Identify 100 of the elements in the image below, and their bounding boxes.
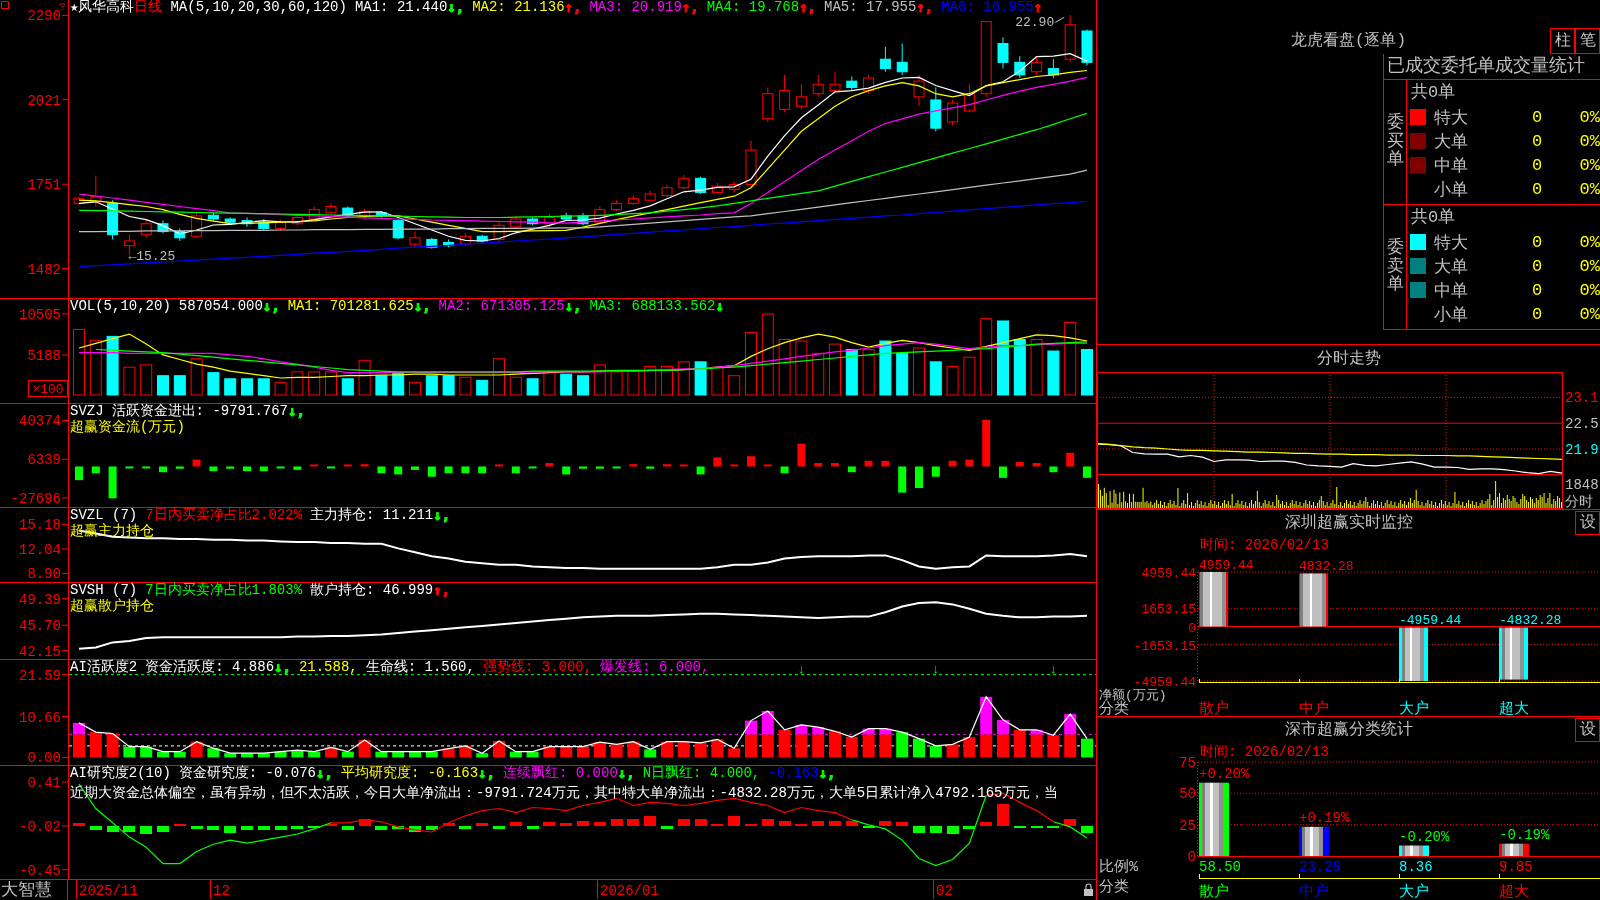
- fund-flow-bar: [763, 464, 772, 467]
- toggle-button[interactable]: 柱: [1550, 28, 1575, 54]
- candle: [191, 212, 203, 239]
- volume-bar: [593, 364, 606, 396]
- settings-button[interactable]: 设: [1575, 510, 1600, 535]
- trend-arrow: ↓,: [818, 766, 836, 781]
- research-bar: [661, 826, 673, 829]
- order-type: 特大: [1434, 232, 1468, 254]
- indicator-label: 生命线: 1.560,: [365, 660, 475, 675]
- candle: [695, 176, 707, 195]
- research-bar: [476, 823, 488, 826]
- axis-label: 42.15: [19, 643, 61, 659]
- candle: [947, 99, 959, 126]
- table-title: 已成交委托单成交量统计: [1384, 54, 1600, 80]
- axis-label: 6339: [27, 452, 61, 469]
- indicator-label: MA1: 21.440: [354, 0, 448, 15]
- volume-bar: [879, 340, 892, 396]
- axis-label: -4959.44: [1133, 675, 1196, 690]
- order-total: 共0单: [1411, 82, 1456, 104]
- candle: [543, 213, 555, 228]
- research-bar: [191, 826, 203, 829]
- order-type: 特大: [1434, 107, 1468, 129]
- indicator-label: MA6: 16.955: [941, 0, 1034, 15]
- volume-bar: [493, 358, 505, 396]
- fund-flow-bar: [898, 466, 907, 493]
- toggle-button[interactable]: 笔: [1575, 28, 1600, 54]
- candle: [527, 216, 539, 226]
- indicator-label: MA3: 20.919: [589, 0, 682, 15]
- value-label: 58.50: [1199, 859, 1241, 875]
- candle: [762, 86, 774, 123]
- data-label: 4959.44: [1199, 558, 1254, 573]
- research-bar: [241, 826, 253, 830]
- indicator-note: 超赢资金流(万元): [70, 420, 185, 435]
- volume-bar: [845, 349, 858, 396]
- order-share: 0%: [1579, 155, 1600, 175]
- candle: [359, 208, 371, 221]
- research-bar: [980, 822, 992, 826]
- volume-bar: [476, 379, 489, 396]
- research-bar: [459, 826, 471, 829]
- candle: [157, 220, 169, 234]
- candle: [1064, 14, 1076, 63]
- category-label: 大户: [1399, 884, 1429, 900]
- trend-arrow: ↑,: [681, 0, 699, 15]
- category-label: 散户: [1199, 701, 1229, 716]
- indicator-label: 21.588,: [298, 660, 358, 675]
- settings-button[interactable]: 设: [1575, 717, 1600, 742]
- candle: [409, 231, 421, 248]
- volume-bar: [291, 371, 304, 396]
- research-bar: [695, 819, 707, 826]
- volume-bar: [627, 369, 640, 396]
- candle: [493, 221, 505, 242]
- volume-bar: [812, 352, 825, 396]
- candle: [224, 216, 236, 225]
- fund-flow-bar: [713, 457, 722, 467]
- order-count: 0: [1531, 155, 1543, 175]
- volume-bar: [459, 376, 472, 396]
- axis-label: 0.00: [27, 750, 61, 765]
- research-bar: [359, 819, 371, 826]
- research-bar: [123, 826, 135, 832]
- order-share: 0%: [1579, 131, 1600, 151]
- candle: [661, 184, 673, 198]
- trend-arrow: ↑,: [433, 583, 451, 598]
- candle: [913, 74, 925, 107]
- fund-flow-bar: [125, 466, 134, 469]
- candle: [90, 175, 102, 207]
- order-count: 0: [1531, 280, 1543, 300]
- side-label: 委卖单: [1386, 238, 1404, 296]
- axis-label: 10.66: [19, 709, 61, 726]
- fund-flow-bar: [226, 466, 235, 469]
- volume-bar: [543, 371, 556, 396]
- axis-title: 分类: [1099, 701, 1129, 716]
- trend-arrow: ↑,: [799, 0, 816, 15]
- candle: [308, 206, 320, 222]
- fund-flow-bar: [276, 466, 285, 469]
- volume-bar: [661, 365, 673, 396]
- fund-flow-bar: [1032, 463, 1041, 467]
- fund-flow-bar: [612, 466, 621, 469]
- category-label: 中户: [1299, 884, 1329, 900]
- indicator-label: MA5: 17.955: [824, 0, 917, 15]
- volume-bar: [308, 371, 321, 396]
- axis-label: 1848: [1565, 477, 1599, 493]
- indicator-label: SVSH (7): [70, 583, 138, 598]
- volume-bar: [123, 366, 136, 396]
- research-bar: [896, 822, 908, 826]
- research-bar: [611, 819, 623, 826]
- research-bar: [375, 826, 387, 830]
- research-bar: [997, 804, 1009, 826]
- candle: [728, 180, 740, 193]
- candle: [812, 74, 824, 98]
- fund-flow-bar: [1049, 466, 1058, 473]
- candle: [476, 234, 488, 244]
- axis-label: 1751: [27, 177, 61, 194]
- trend-arrow: ↓,: [433, 508, 451, 523]
- research-bar: [426, 826, 438, 830]
- volume-bar: [711, 366, 724, 396]
- candle: [1081, 28, 1093, 66]
- candle: [611, 199, 623, 212]
- candle: [711, 182, 723, 195]
- date-label: 2025/11: [79, 883, 138, 899]
- research-bar: [443, 823, 455, 826]
